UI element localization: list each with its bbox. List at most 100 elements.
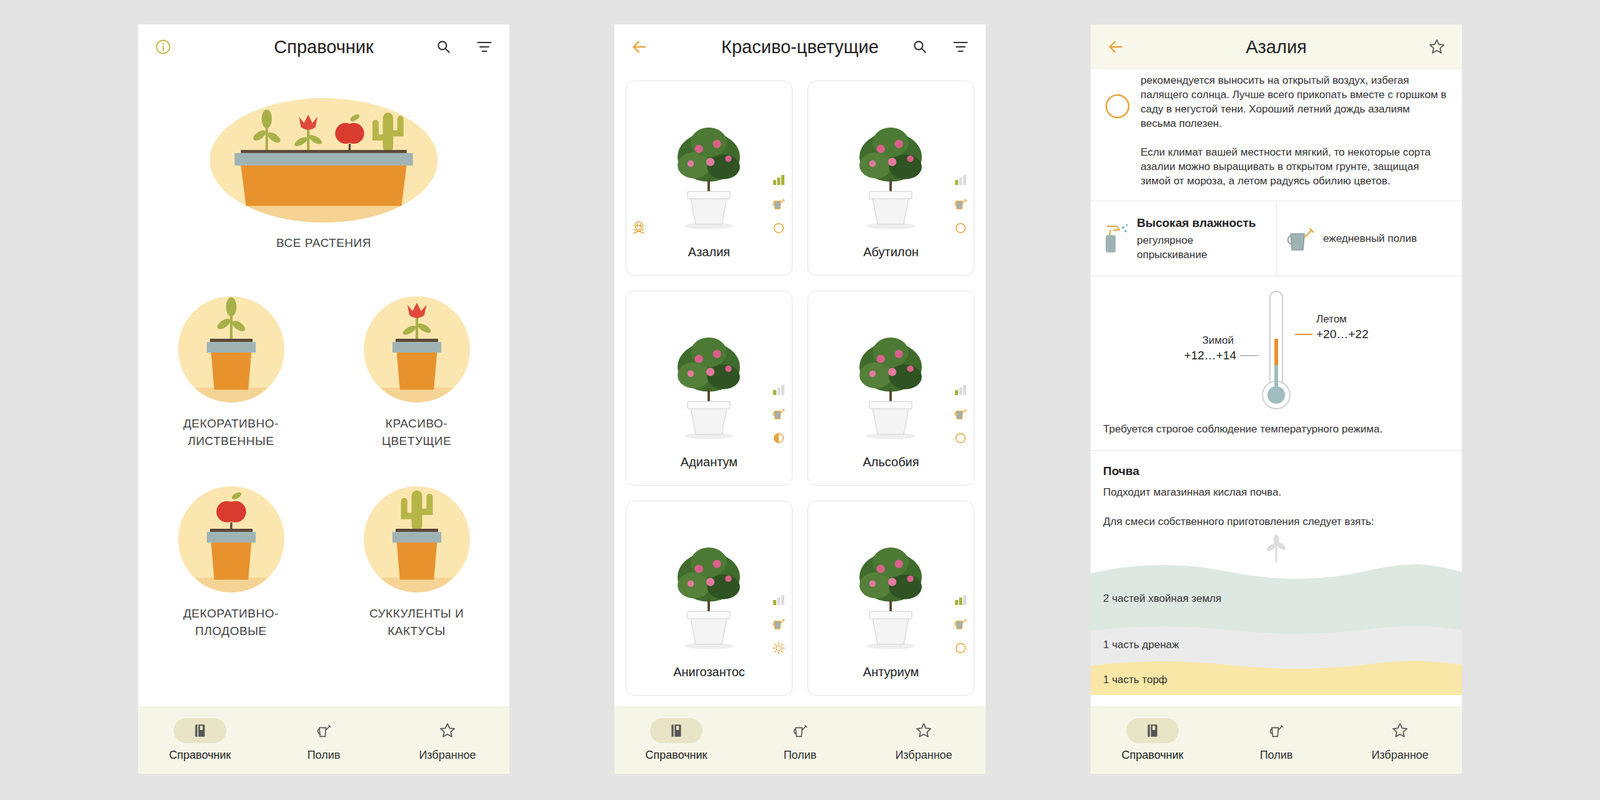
nav-item[interactable]: Полив [261, 718, 386, 762]
humidity-cell: Высокая влажностьрегулярное опрыскивание [1090, 201, 1277, 276]
soil-layer-label: 1 часть торф [1103, 673, 1168, 686]
category-item[interactable]: ДЕКОРАТИВНО-ПЛОДОВЫЕ [138, 486, 324, 640]
watering-can-icon [953, 616, 969, 632]
care-section: рекомендуется выносить на открытый возду… [1090, 69, 1462, 202]
back-arrow-icon[interactable] [630, 38, 649, 56]
soil-mix-intro: Для смеси собственного приготовления сле… [1103, 514, 1450, 529]
fruit-pot-icon[interactable] [178, 486, 285, 593]
soil-layer: 1 часть дренаж [1090, 625, 1462, 660]
nav-label: Справочник [1121, 748, 1184, 762]
cactus-pot-icon[interactable] [363, 486, 470, 593]
category-label: СУККУЛЕНТЫ И [369, 605, 464, 623]
plant-card[interactable]: Анигозантос [625, 500, 793, 696]
soil-layer-label: 1 часть дренаж [1103, 638, 1179, 651]
partial-shade-icon [771, 431, 786, 445]
nav-item[interactable]: Полив [1214, 718, 1339, 762]
plant-card[interactable]: Абутилон [807, 80, 975, 276]
nav-item[interactable]: Справочник [614, 718, 739, 762]
watering-can-icon [771, 406, 787, 422]
search-icon[interactable] [435, 38, 452, 55]
wave-icon [1090, 625, 1462, 635]
nav-item[interactable]: Избранное [385, 718, 510, 762]
star-icon[interactable] [438, 721, 457, 740]
app-header: Азалия [1090, 24, 1462, 70]
catalog-content: ВСЕ РАСТЕНИЯДЕКОРАТИВНО-ЛИСТВЕННЫЕКРАСИВ… [138, 69, 510, 707]
book-icon [191, 722, 209, 739]
plant-photo [655, 311, 762, 443]
humidity-note: регулярное опрыскивание [1136, 233, 1237, 262]
book-icon [1144, 722, 1161, 739]
plant-name: Абутилон [808, 243, 974, 275]
flower-pot-icon[interactable] [363, 296, 470, 403]
plant-name: Анигозантос [626, 663, 792, 695]
watering-can-icon [1267, 721, 1285, 740]
category-item[interactable]: СУККУЛЕНТЫ ИКАКТУСЫ [323, 486, 510, 640]
category-label: ЛИСТВЕННЫЕ [187, 432, 274, 450]
app-root: Справочник ВСЕ РАСТЕНИЯ ДЕКОРАТИВНО-ЛИСТВЕ… [0, 0, 1600, 800]
all-plants-button[interactable]: ВСЕ РАСТЕНИЯ [209, 98, 439, 252]
spray-bottle-icon [1100, 222, 1131, 255]
plant-photo [837, 521, 944, 653]
info-icon[interactable] [154, 38, 172, 56]
soil-text: Подходит магазинная кислая почва. [1103, 485, 1450, 500]
toxic-skull-icon [631, 220, 647, 235]
bottom-nav: Справочник Полив Избранное [138, 706, 510, 774]
header-title: Красиво-цветущие [721, 35, 879, 59]
category-item[interactable]: ДЕКОРАТИВНО-ЛИСТВЕННЫЕ [138, 296, 324, 450]
light-bars-icon [953, 592, 968, 607]
favorite-star-icon[interactable] [1428, 38, 1446, 56]
plant-photo [837, 311, 944, 443]
category-label: КАКТУСЫ [387, 622, 446, 640]
winter-label: Зимой [1202, 333, 1258, 348]
nav-label: Полив [307, 748, 341, 762]
category-item[interactable]: КРАСИВО-ЦВЕТУЩИЕ [323, 296, 510, 450]
watering-cell: ежедневный полив [1276, 201, 1462, 276]
bottom-nav: Справочник Полив Избранное [1090, 706, 1462, 774]
plant-grid: Азалия Абутилон Адиантум Альсобия Анигозанто… [614, 69, 986, 707]
temperature-note: Требуется строгое соблюдение температурн… [1103, 421, 1450, 437]
book-icon [668, 722, 685, 739]
sprout-icon [1263, 533, 1289, 563]
filter-icon[interactable] [951, 38, 970, 56]
temperature-section: Зимой+12…+14Летом+20…+22Требуется строго… [1090, 276, 1462, 451]
plant-photo [655, 521, 762, 653]
detail-content: рекомендуется выносить на открытый возду… [1090, 69, 1462, 707]
nav-item[interactable]: Избранное [1338, 718, 1462, 762]
nav-item[interactable]: Справочник [138, 718, 262, 762]
back-arrow-icon[interactable] [1106, 38, 1125, 56]
light-bars-icon [771, 172, 786, 187]
shade-icon [771, 221, 786, 235]
nav-item[interactable]: Справочник [1090, 718, 1215, 762]
plant-card[interactable]: Антуриум [807, 500, 975, 696]
plant-name: Азалия [626, 243, 792, 275]
filter-icon[interactable] [475, 38, 494, 56]
sun-icon [771, 641, 786, 655]
nav-item[interactable]: Избранное [861, 718, 986, 762]
header-title: Азалия [1245, 35, 1307, 59]
nav-label: Полив [1260, 748, 1294, 762]
shade-icon [953, 641, 968, 655]
star-icon[interactable] [1391, 721, 1409, 740]
search-icon[interactable] [911, 38, 929, 55]
category-grid: ДЕКОРАТИВНО-ЛИСТВЕННЫЕКРАСИВО-ЦВЕТУЩИЕ ДЕ… [138, 296, 510, 640]
plant-card[interactable]: Альсобия [807, 290, 975, 486]
plant-photo [655, 101, 762, 233]
care-paragraph: рекомендуется выносить на открытый возду… [1140, 73, 1449, 131]
soil-wave [1090, 562, 1462, 582]
category-label: КРАСИВО- [385, 415, 448, 433]
watering-can-icon [771, 616, 787, 632]
soil-section: ПочваПодходит магазинная кислая почва.Дл… [1090, 450, 1462, 695]
leaf-pot-icon[interactable] [178, 296, 285, 403]
plant-card[interactable]: Адиантум [625, 290, 793, 486]
plant-card[interactable]: Азалия [625, 80, 793, 276]
soil-layer: 2 частей хвойная земля [1090, 562, 1462, 625]
plant-name: Адиантум [626, 453, 792, 485]
light-bars-icon [953, 382, 968, 397]
all-plants-illustration[interactable] [209, 98, 439, 223]
star-icon[interactable] [915, 721, 933, 740]
nav-item[interactable]: Полив [738, 718, 862, 762]
app-header: Справочник [138, 24, 510, 70]
shade-icon [953, 431, 968, 445]
light-bars-icon [953, 172, 968, 187]
category-label: ПЛОДОВЫЕ [195, 622, 267, 640]
